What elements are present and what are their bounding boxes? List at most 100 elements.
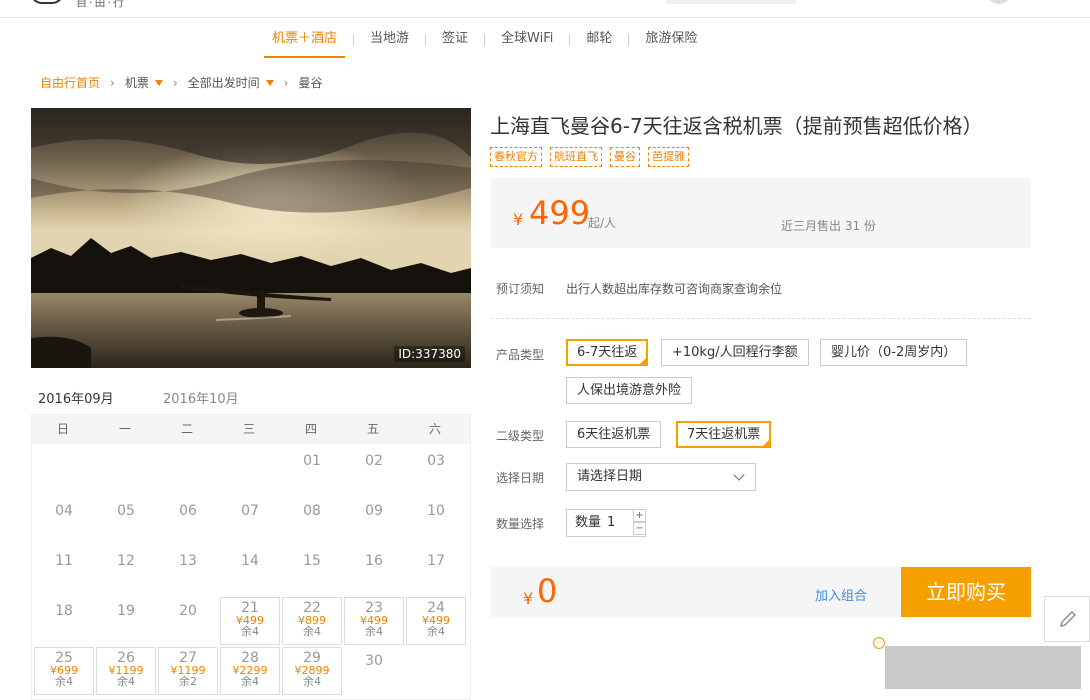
calendar-day-stock: 余4 [55, 675, 73, 688]
price-unit: 起/人 [588, 216, 617, 230]
calendar-day-number: 12 [117, 553, 135, 569]
calendar-day-number: 19 [117, 603, 135, 619]
nav-item-visa[interactable]: 签证 [434, 22, 476, 58]
floating-panel[interactable] [885, 646, 1081, 689]
calendar-day-stock: 余4 [303, 625, 321, 638]
calendar-day-number: 24 [427, 600, 445, 616]
breadcrumb-bangkok: 曼谷 [298, 76, 323, 90]
weekday-label: 二 [180, 422, 193, 436]
calendar-day[interactable]: 23 ¥499 余4 [344, 597, 404, 645]
buy-now-button[interactable]: 立即购买 [901, 567, 1031, 617]
calendar-day: 17 [406, 547, 466, 595]
calendar-day[interactable]: 22 ¥899 余4 [282, 597, 342, 645]
nav-item-flight-hotel[interactable]: 机票＋酒店 [264, 22, 346, 58]
option-6-7-day-return[interactable]: 6-7天往返 [566, 339, 649, 366]
date-select[interactable]: 请选择日期 [566, 463, 756, 491]
calendar-day-number: 23 [365, 600, 383, 616]
calendar-day-stock: 余4 [241, 625, 259, 638]
tab-month-sep[interactable]: 2016年09月 [31, 386, 121, 416]
chevron-down-icon [733, 469, 745, 481]
badge-icon [873, 637, 885, 649]
tab-month-oct[interactable]: 2016年10月 [156, 386, 256, 416]
month-tabs: 2016年09月 2016年10月 [31, 386, 471, 416]
calendar-day-number: 22 [303, 600, 321, 616]
site-logo[interactable] [30, 0, 64, 4]
search-input[interactable] [666, 0, 796, 4]
calendar-day[interactable]: 24 ¥499 余4 [406, 597, 466, 645]
calendar-day: 05 [96, 497, 156, 545]
weekday-label: 三 [242, 422, 255, 436]
product-image: ID:337380 [31, 108, 471, 368]
quantity-label: 数量选择 [496, 517, 545, 531]
calendar-day: 14 [220, 547, 280, 595]
total-price: 0 [537, 572, 558, 610]
calendar-day-number: 03 [427, 453, 445, 469]
weekday-label: 五 [366, 422, 379, 436]
quantity-minus-button[interactable]: − [633, 522, 646, 535]
nav-divider [425, 34, 427, 46]
calendar-day: 18 [34, 597, 94, 645]
date-select-value: 请选择日期 [577, 469, 643, 484]
quantity-stepper: 数量 1 + − [566, 509, 646, 537]
product-tag: 春秋官方 [490, 147, 542, 167]
calendar-day[interactable]: 26 ¥1199 余4 [96, 647, 156, 695]
calendar-day-number: 14 [241, 553, 259, 569]
chevron-right-icon: › [283, 75, 289, 90]
quantity-plus-button[interactable]: + [633, 509, 646, 522]
main-nav: 机票＋酒店 当地游 签证 全球WiFi 邮轮 旅游保险 [264, 22, 705, 58]
calendar-day: 10 [406, 497, 466, 545]
caret-down-icon[interactable] [154, 79, 163, 86]
calendar-day-number: 01 [303, 453, 321, 469]
avatar[interactable] [986, 0, 1012, 4]
feedback-button[interactable] [1044, 596, 1090, 642]
option-6-day-ticket[interactable]: 6天往返机票 [566, 421, 662, 448]
calendar-day: 16 [344, 547, 404, 595]
product-tag: 曼谷 [610, 147, 640, 167]
calendar-day: 03 [406, 447, 466, 495]
calendar-day[interactable]: 27 ¥1199 余2 [158, 647, 218, 695]
quantity-value[interactable]: 1 [607, 515, 615, 530]
calendar-day: 06 [158, 497, 218, 545]
nav-item-cruise[interactable]: 邮轮 [578, 22, 620, 58]
calendar-day-number: 08 [303, 503, 321, 519]
calendar-day[interactable]: 25 ¥699 余4 [34, 647, 94, 695]
calendar-day-number: 21 [241, 600, 259, 616]
calendar-day-number: 04 [55, 503, 73, 519]
breadcrumb-home[interactable]: 自由行首页 [40, 74, 100, 91]
calendar-day: 11 [34, 547, 94, 595]
price-box: ¥ 499 起/人 近三月售出 31 份 [491, 178, 1031, 248]
calendar-day-number: 13 [179, 553, 197, 569]
option-extra-baggage[interactable]: +10kg/人回程行李额 [661, 339, 809, 366]
add-to-combo-link[interactable]: 加入组合 [815, 585, 867, 604]
calendar-day: 13 [158, 547, 218, 595]
nav-divider [569, 34, 571, 46]
currency-symbol: ¥ [523, 589, 534, 608]
option-7-day-ticket[interactable]: 7天往返机票 [676, 421, 772, 448]
tab-month-label: 2016年10月 [163, 392, 239, 407]
breadcrumb-flights[interactable]: 机票 [125, 74, 149, 91]
product-tag: 航班直飞 [550, 147, 602, 167]
weekday-label: 六 [428, 422, 441, 436]
calendar-day: 07 [220, 497, 280, 545]
chevron-right-icon: › [110, 75, 115, 90]
option-travel-insurance[interactable]: 人保出境游意外险 [566, 377, 693, 404]
nav-item-insurance[interactable]: 旅游保险 [637, 22, 705, 58]
option-infant-price[interactable]: 婴儿价（0-2周岁内） [820, 339, 968, 366]
calendar-day: 04 [34, 497, 94, 545]
nav-item-local-tours[interactable]: 当地游 [362, 22, 417, 58]
buy-bar: ¥ 0 加入组合 立即购买 [491, 567, 1031, 617]
nav-divider [628, 34, 630, 46]
breadcrumb-departure-time[interactable]: 全部出发时间 [188, 74, 260, 91]
quantity-text: 数量 [575, 515, 602, 530]
calendar-day[interactable]: 21 ¥499 余4 [220, 597, 280, 645]
caret-down-icon[interactable] [265, 79, 274, 86]
calendar-day[interactable]: 29 ¥2899 余4 [282, 647, 342, 695]
calendar-day-number: 18 [55, 603, 73, 619]
calendar-day-number: 06 [179, 503, 197, 519]
product-tag: 芭提雅 [648, 147, 689, 167]
nav-item-wifi[interactable]: 全球WiFi [493, 22, 561, 58]
calendar-day[interactable]: 28 ¥2299 余4 [220, 647, 280, 695]
weekday-label: 日 [56, 422, 69, 436]
calendar-day-number: 27 [179, 650, 197, 666]
calendar-day: 08 [282, 497, 342, 545]
